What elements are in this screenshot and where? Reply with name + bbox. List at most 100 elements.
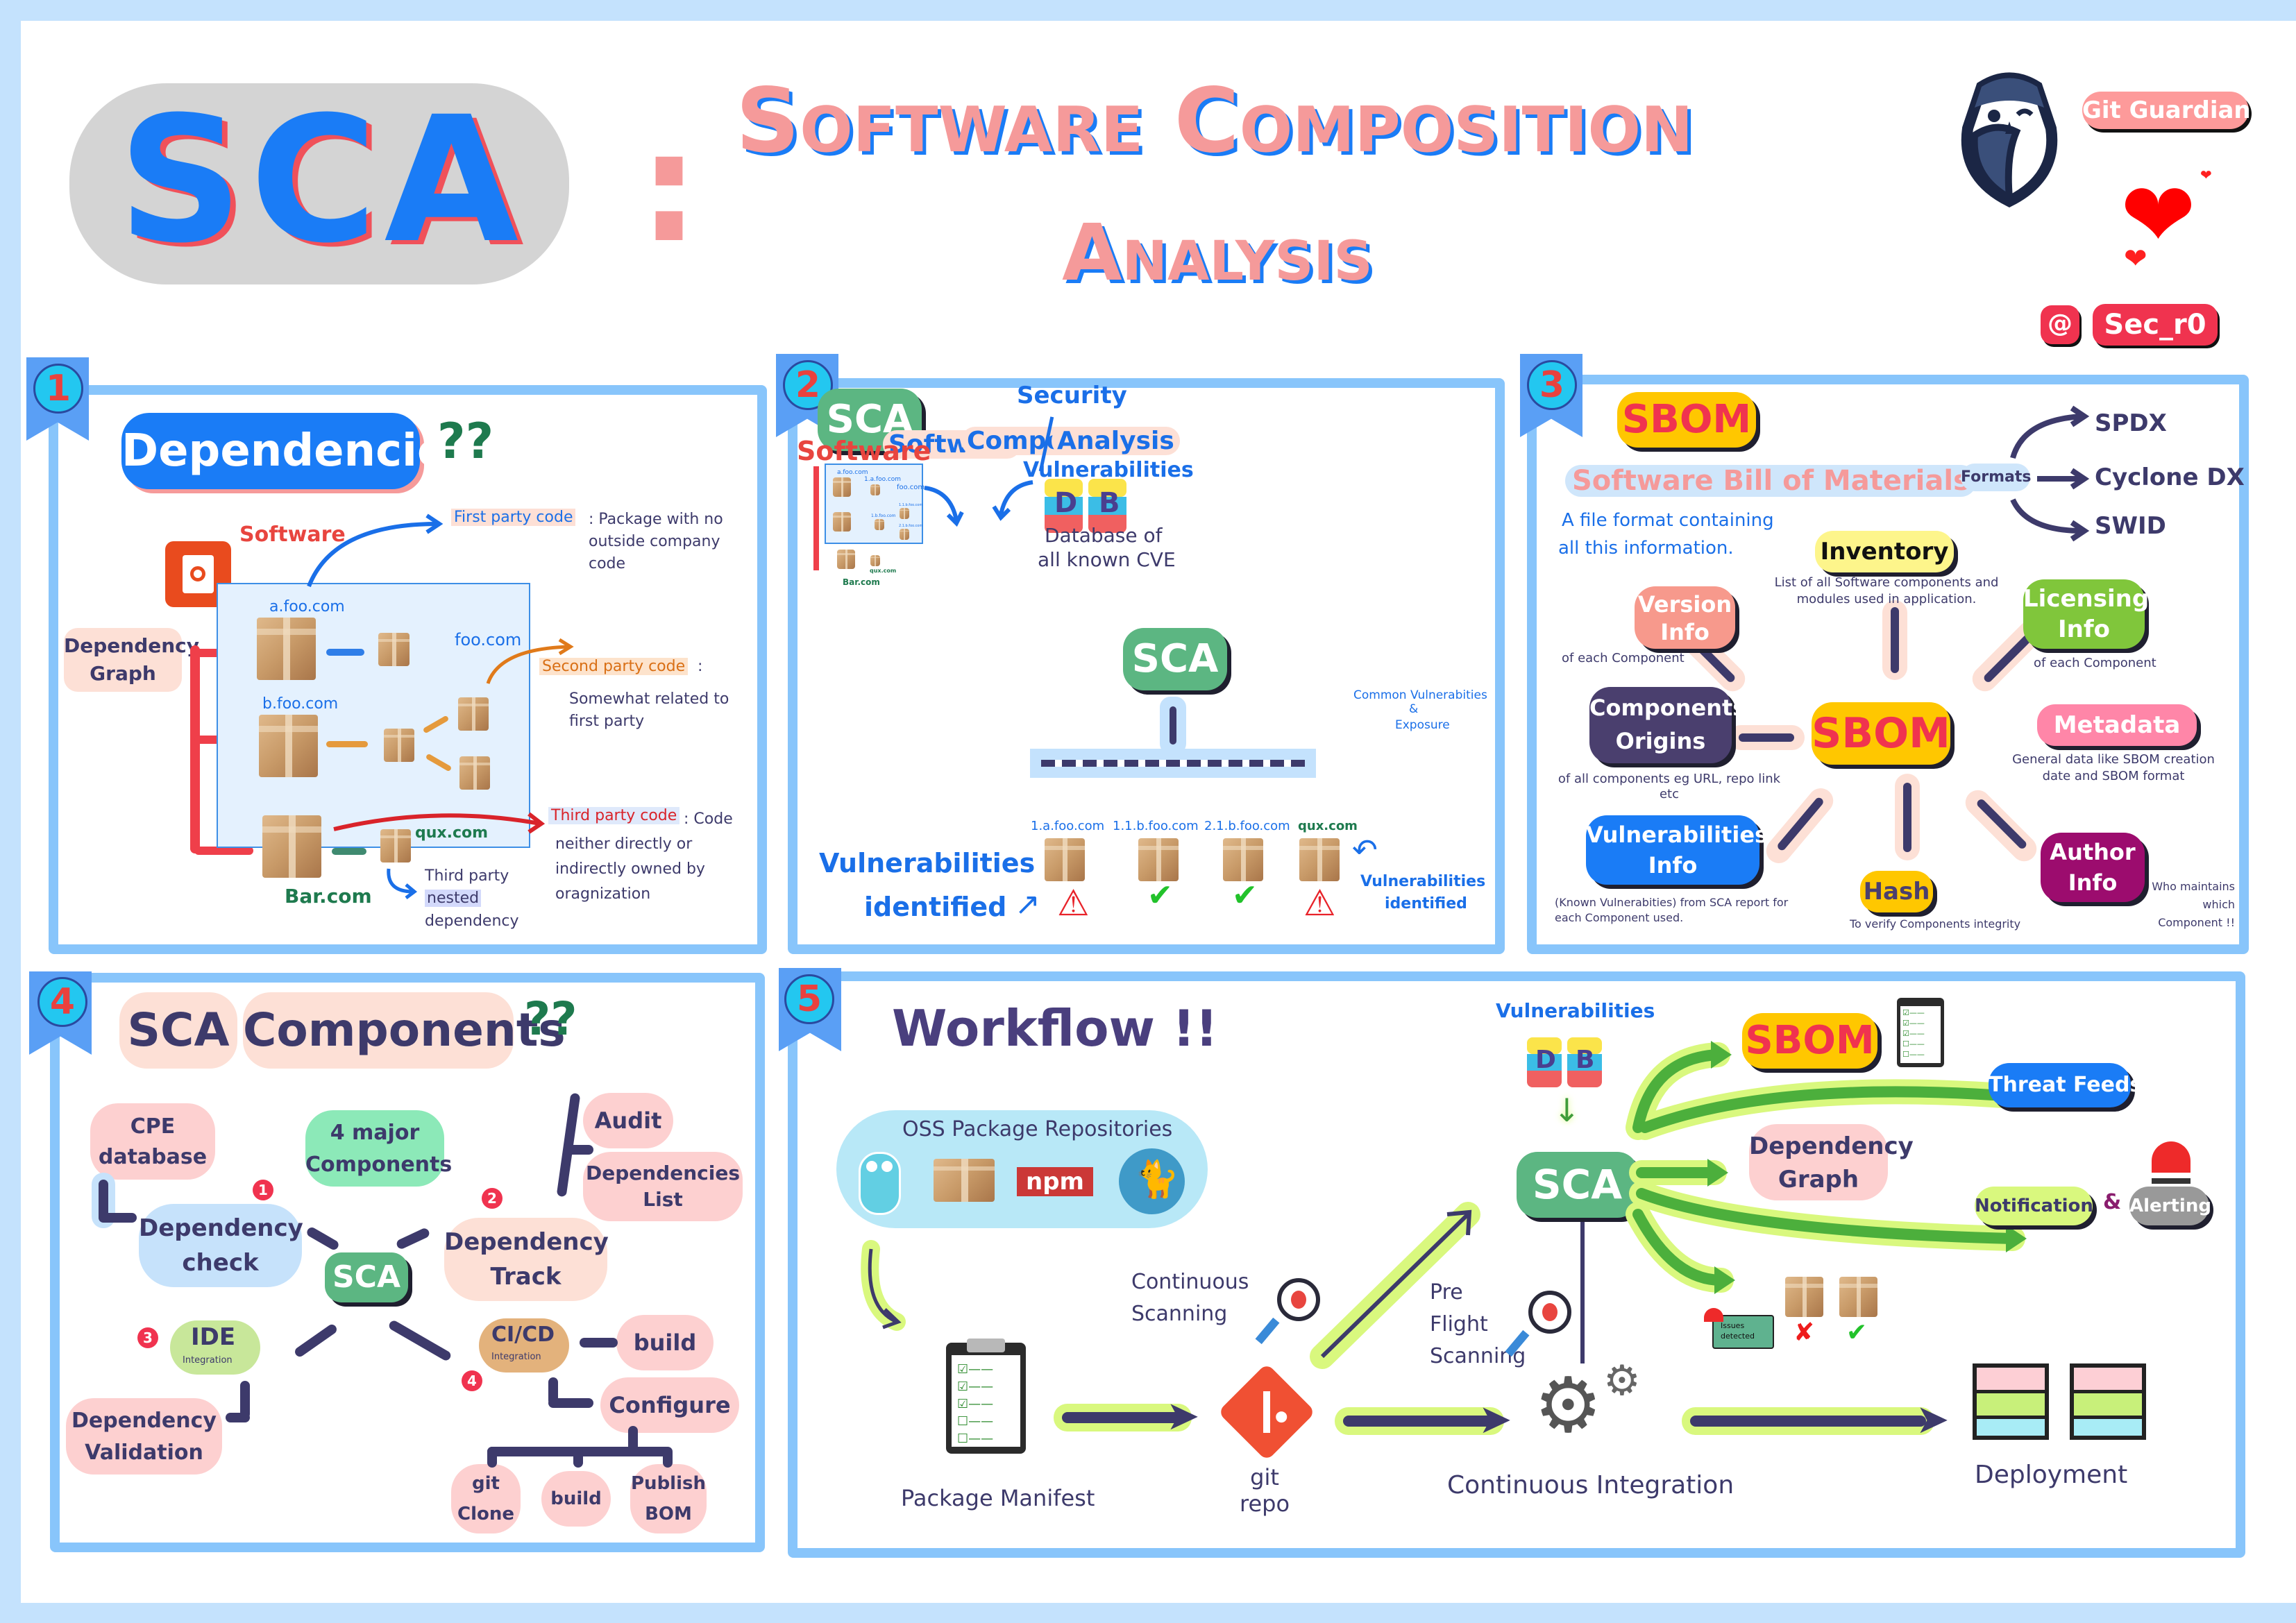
sbom-item-author-desc: Who maintains which Component !! <box>2152 880 2235 929</box>
notification-badge[interactable]: Notification <box>1975 1187 2093 1225</box>
package-box-icon <box>870 484 880 495</box>
title-colon: : <box>639 99 700 276</box>
git-repo-label: git repo <box>1239 1464 1290 1517</box>
arrow-head-icon: ➤ <box>1166 1392 1200 1439</box>
node-bar: Bar.com <box>285 885 372 908</box>
cve-line3: Exposure <box>1395 718 1450 732</box>
mini-tree-trunk <box>813 466 819 570</box>
cve-line2: & <box>1409 702 1419 716</box>
summary-4-major: 4 major Components <box>305 1110 452 1187</box>
dependency-graph-label: Dependency Graph <box>64 628 199 692</box>
sbom-item-version: Version Info <box>1635 586 1735 649</box>
package-box-icon <box>459 756 490 790</box>
connector <box>548 1398 593 1408</box>
badge-4: 4 <box>462 1370 482 1391</box>
node-a-foo: a.foo.com <box>269 598 345 615</box>
first-party-term: First party code <box>451 509 576 526</box>
sbom-item-hash: Hash <box>1860 871 1933 912</box>
sbom-item-hash-desc: To verify Components integrity <box>1850 917 2021 931</box>
sbom-item-vulns-desc: (Known Vulnerabities) from SCA report fo… <box>1555 896 1789 924</box>
link-squiggle <box>332 848 366 855</box>
dependency-check: Dependency check <box>139 1204 303 1287</box>
identified-left-line1: Vulnerabilities <box>819 848 1036 878</box>
spoke <box>1739 733 1794 742</box>
package-box-icon <box>458 697 489 731</box>
yarn-cat-icon: 🐈 <box>1119 1148 1185 1214</box>
dependency-tree-trunk <box>190 645 200 853</box>
ide-integration: IDE Integration <box>170 1320 260 1375</box>
dependencies-list: Dependencies List <box>583 1152 743 1221</box>
arrow-head-icon: ➤ <box>1478 1395 1512 1443</box>
cve-line1: Common Vulnerabities <box>1353 688 1487 702</box>
sbom-center-badge: SBOM <box>1812 702 1950 765</box>
mini-node-b1: 1.b.foo.com <box>871 513 896 518</box>
question-marks: ?? <box>524 992 577 1046</box>
threat-feeds-badge[interactable]: Threat Feeds <box>1989 1063 2142 1107</box>
package-box-icon <box>833 512 851 532</box>
db-caption-line2: all known CVE <box>1038 548 1176 571</box>
author-handle-badge[interactable]: Sec_r0 <box>2093 304 2218 346</box>
spoke <box>1891 607 1899 673</box>
sca-center-badge: SCA <box>1123 628 1227 690</box>
sbom-item-licensing-desc: of each Component <box>2034 656 2156 670</box>
package-box-icon <box>875 519 884 530</box>
connector <box>487 1447 497 1468</box>
title-line2: Analysis <box>1062 208 1373 298</box>
package-box-icon <box>900 508 909 519</box>
check-icon: ✔ <box>1232 878 1258 913</box>
sbom-item-metadata-desc: General data like SBOM creation date and… <box>2012 752 2215 783</box>
warning-icon: ⚠ <box>1303 883 1336 924</box>
issues-detected-label: Issues detected <box>1721 1321 1755 1341</box>
sbom-item-metadata: Metadata <box>2037 704 2197 746</box>
badge-2: 2 <box>482 1188 503 1209</box>
format-spdx: SPDX <box>2095 409 2167 437</box>
package-box-icon <box>1785 1277 1823 1317</box>
cross-icon: ✘ <box>1793 1318 1815 1347</box>
second-party-term: Second party code <box>539 658 689 675</box>
deployment-label: Deployment <box>1975 1461 2128 1489</box>
panel-4-number: 4 <box>37 977 87 1027</box>
third-party-desc: : Code neither directly or indirectly ow… <box>555 810 733 903</box>
nested-highlight: nested <box>425 890 482 907</box>
package-box-icon <box>934 1159 995 1202</box>
ide-sub: Integration <box>183 1355 233 1366</box>
sbom-item-licensing: Licensing Info <box>2023 579 2149 649</box>
arrow-down-icon: ↓ <box>1553 1091 1580 1129</box>
mini-node-qux: qux.com <box>870 568 897 574</box>
panel-5-number: 5 <box>784 974 834 1024</box>
package-box-icon <box>837 550 855 569</box>
result-label: qux.com <box>1298 819 1358 833</box>
cicd-configure: Configure <box>600 1377 739 1433</box>
cicd-sub: Integration <box>491 1352 541 1362</box>
components-title-b: Components <box>243 992 566 1069</box>
package-box-icon <box>262 815 321 878</box>
mini-node-bar: Bar.com <box>843 577 880 587</box>
package-box-icon <box>259 715 318 777</box>
package-box-icon <box>1299 838 1340 881</box>
workflow-title: Workflow !! <box>892 999 1218 1057</box>
identified-right-line1: Vulnerabilities <box>1360 873 1486 890</box>
first-party-arrow <box>307 513 444 588</box>
second-party-colon: : <box>698 658 703 675</box>
sbom-desc-line2: all this information. <box>1558 538 1734 559</box>
sca-hub: SCA <box>325 1252 408 1302</box>
go-gopher-icon <box>859 1152 901 1215</box>
output-sbom-badge: SBOM <box>1742 1013 1877 1069</box>
cicd-build: build <box>616 1315 714 1370</box>
db-letter-b: B <box>1099 487 1120 519</box>
mini-node-a-foo: a.foo.com <box>837 469 868 476</box>
db-to-sca-arrow <box>992 480 1033 521</box>
package-box-icon <box>384 729 414 762</box>
repos-to-manifest-arrow <box>861 1240 906 1331</box>
header: SCA : Software Composition Analysis Git … <box>0 0 2296 347</box>
configure-publish-bom: Publish BOM <box>630 1464 707 1533</box>
mini-node-a1: 1.a.foo.com <box>864 476 902 483</box>
third-party-arrow <box>333 812 546 834</box>
bug-magnifier-icon <box>1277 1278 1320 1321</box>
mini-node-foo: foo.com <box>897 484 925 491</box>
arrow-up-right-icon: ↗ <box>1015 887 1040 922</box>
flow-arrow-ci-deploy <box>1690 1416 1926 1427</box>
expansion-analysis: Analysis <box>1052 427 1180 455</box>
configure-git-clone: git Clone <box>451 1464 521 1533</box>
alerting-badge[interactable]: Alerting <box>2129 1187 2211 1225</box>
